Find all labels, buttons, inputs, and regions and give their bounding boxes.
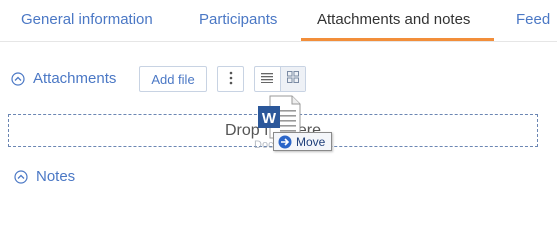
tab-bar: General information Participants Attachm… xyxy=(0,0,557,42)
more-options-button[interactable] xyxy=(217,66,244,92)
move-tooltip: Move xyxy=(273,132,333,151)
more-vertical-icon xyxy=(229,71,233,88)
drag-ghost: W Document Move xyxy=(254,94,334,158)
list-view-icon xyxy=(261,70,274,88)
svg-text:W: W xyxy=(262,110,277,127)
tab-attachments-and-notes[interactable]: Attachments and notes xyxy=(317,11,470,28)
arrow-right-icon xyxy=(278,135,292,149)
tile-view-icon xyxy=(286,70,299,88)
collapse-icon[interactable] xyxy=(11,71,25,86)
move-tooltip-label: Move xyxy=(296,134,326,149)
add-file-button[interactable]: Add file xyxy=(139,66,207,92)
tab-general-information[interactable]: General information xyxy=(21,11,153,28)
notes-section-header[interactable]: Notes xyxy=(14,168,75,185)
notes-title: Notes xyxy=(36,168,76,185)
view-toggle-group xyxy=(254,66,306,92)
attachments-section-header[interactable]: Attachments xyxy=(11,70,116,87)
attachments-title: Attachments xyxy=(33,70,117,87)
tile-view-button[interactable] xyxy=(279,67,305,91)
collapse-icon[interactable] xyxy=(14,169,28,184)
active-tab-indicator xyxy=(301,38,494,41)
tab-feed[interactable]: Feed xyxy=(516,11,550,28)
list-view-button[interactable] xyxy=(255,67,280,91)
tab-participants[interactable]: Participants xyxy=(199,11,277,28)
